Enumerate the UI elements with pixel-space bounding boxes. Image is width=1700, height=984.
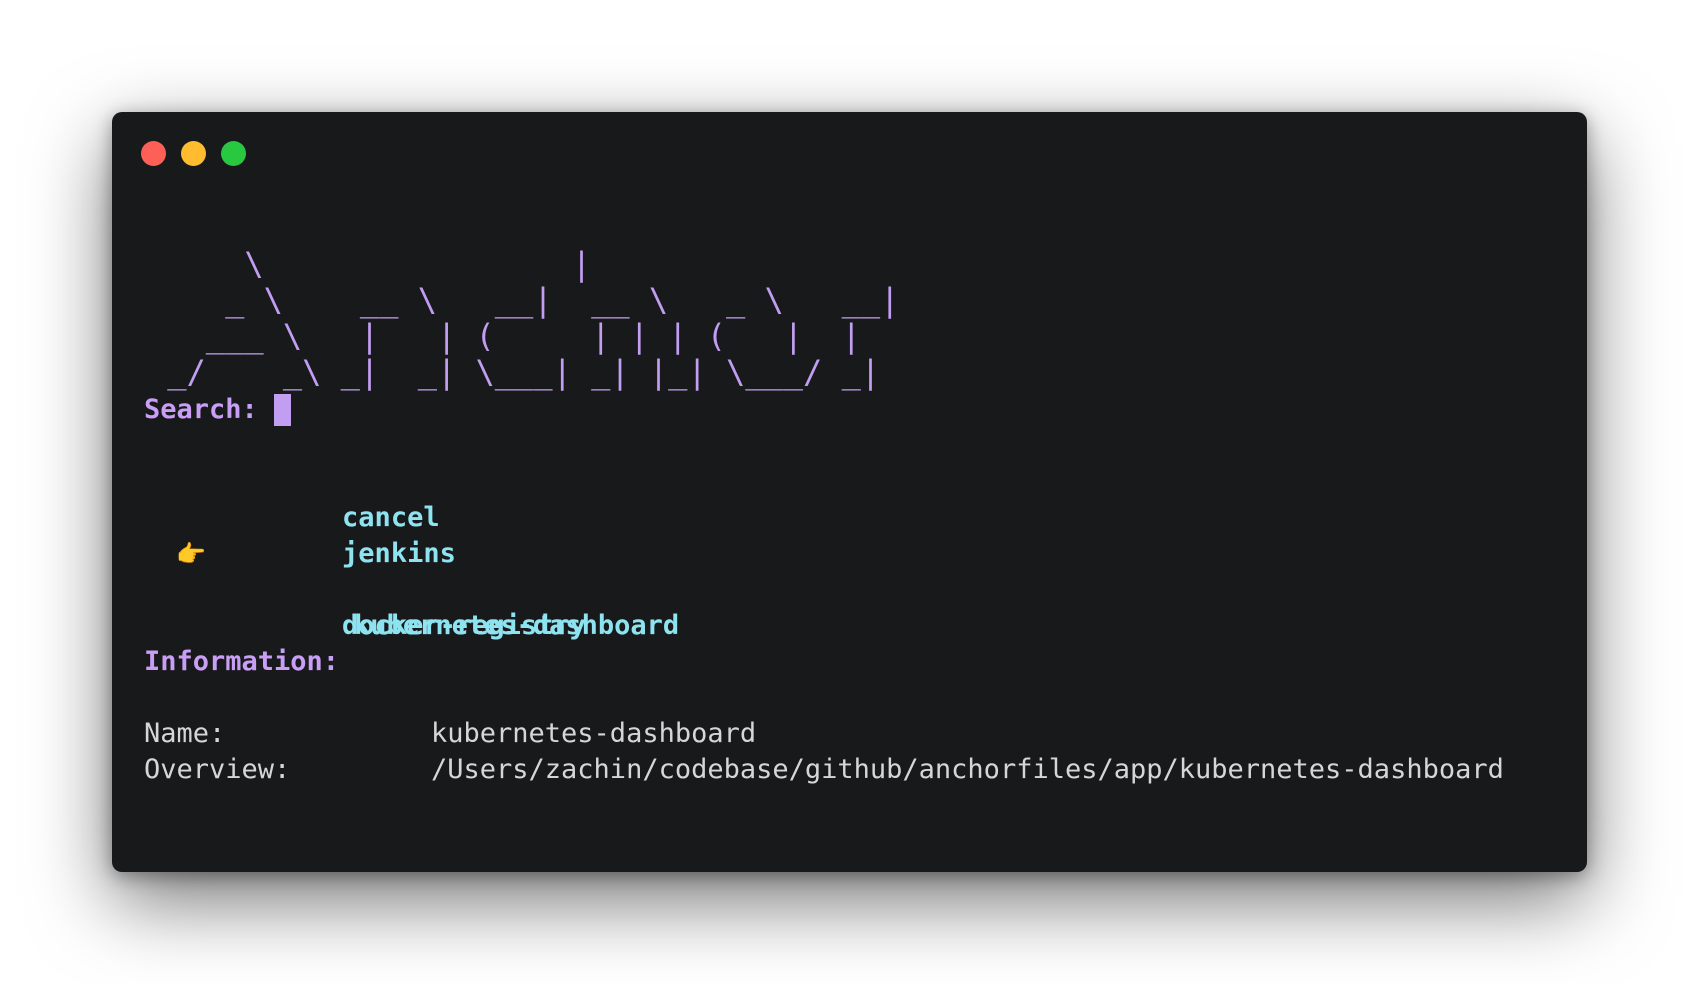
info-key: Overview: xyxy=(144,754,291,785)
terminal-window: \ | _ \ __ \ __| __ \ _ \ __| ___ \ | | … xyxy=(112,112,1587,872)
list-item-kubernetes-dashboard[interactable]: 👉 kubernetes-dashboard xyxy=(144,536,1567,641)
info-row-name: Name: kubernetes-dashboard xyxy=(144,716,1567,752)
list-item-cancel[interactable]: cancel xyxy=(144,464,1567,533)
info-key: Name: xyxy=(144,718,226,749)
list-item-jenkins[interactable]: jenkins xyxy=(144,500,1567,569)
ascii-art-banner: \ | _ \ __ \ __| __ \ _ \ __| ___ \ | | … xyxy=(167,245,900,391)
terminal-content: \ | _ \ __ \ __| __ \ _ \ __| ___ \ | | … xyxy=(144,246,1567,788)
information-heading: Information: xyxy=(144,646,340,677)
close-window-button[interactable] xyxy=(141,141,166,166)
minimize-window-button[interactable] xyxy=(181,141,206,166)
list-item-docker-registry[interactable]: docker-registry xyxy=(144,572,1567,641)
pointing-hand-icon: 👉 xyxy=(176,540,206,568)
info-value: /Users/zachin/codebase/github/anchorfile… xyxy=(431,754,1504,785)
info-value: kubernetes-dashboard xyxy=(431,718,757,749)
selection-list: cancel jenkins 👉 kubernetes-dashboard do… xyxy=(144,464,1567,641)
window-controls xyxy=(141,141,246,166)
info-row-overview: Overview: /Users/zachin/codebase/github/… xyxy=(144,752,1567,788)
text-cursor xyxy=(273,394,291,426)
list-item-label: docker-registry xyxy=(342,610,586,641)
zoom-window-button[interactable] xyxy=(221,141,246,166)
search-label: Search: xyxy=(144,394,258,425)
information-panel: Name: kubernetes-dashboard Overview: /Us… xyxy=(144,716,1567,788)
search-prompt[interactable]: Search: xyxy=(144,392,1567,428)
